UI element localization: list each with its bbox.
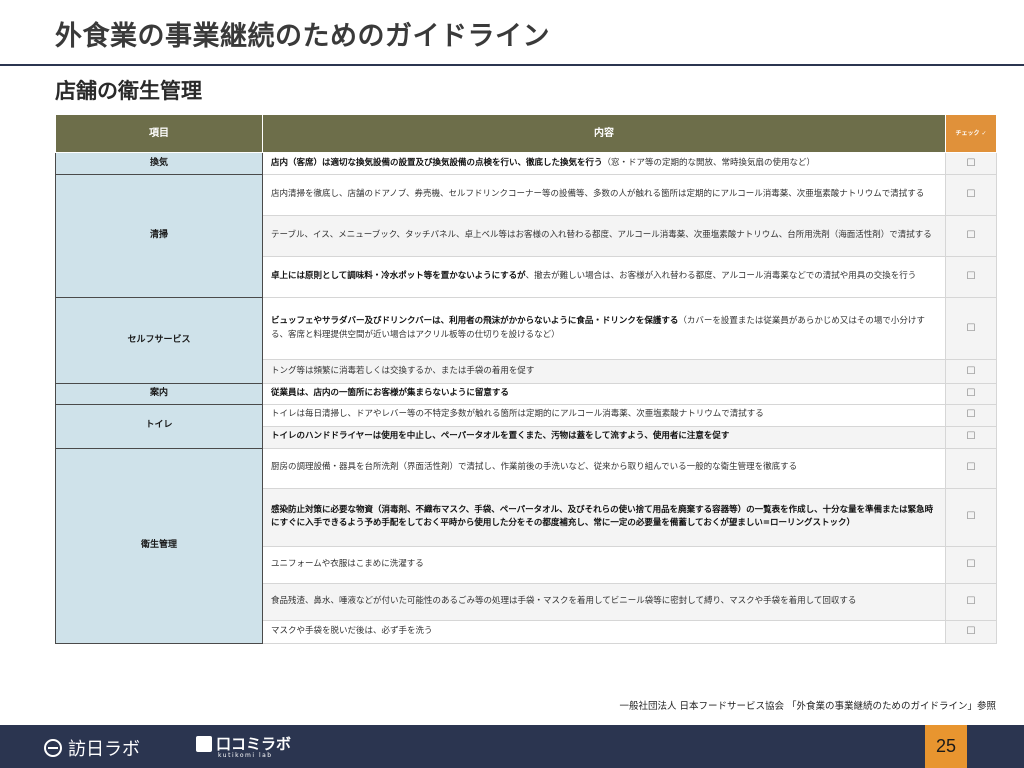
kutikomi-labo-logo-icon [196, 735, 212, 752]
header-content: 内容 [262, 114, 946, 153]
checkbox[interactable]: ☐ [945, 359, 997, 384]
category-cell: トイレ [55, 403, 263, 449]
content-text: 店内清掃を徹底し、店舗のドアノブ、券売機、セルフドリンクコーナー等の設備等、多数… [271, 189, 925, 200]
checkbox[interactable]: ☐ [945, 383, 997, 405]
checkbox[interactable]: ☐ [945, 152, 997, 175]
footer-bar [0, 725, 1024, 768]
header-check: チェック ✓ [945, 114, 997, 153]
content-text: 食品残渣、鼻水、唾液などが付いた可能性のあるごみ等の処理は手袋・マスクを着用して… [271, 595, 857, 606]
category-cell: 衛生管理 [55, 447, 263, 644]
houjin-labo-logo-icon [44, 739, 62, 757]
table-header-row: 項目 内容 チェック ✓ [55, 114, 997, 153]
content-bold-text: 卓上には原則として調味料・冷水ポット等を置かないようにするが [271, 271, 526, 282]
table-row: 清掃 店内清掃を徹底し、店舗のドアノブ、券売機、セルフドリンクコーナー等の設備等、… [55, 174, 997, 298]
kutikomi-labo-logo-text: 口コミラボ [216, 735, 292, 753]
checkbox[interactable]: ☐ [945, 447, 997, 489]
content-cell: トイレのハンドドライヤーは使用を中止し、ペーパータオルを置くまた、汚物は蓋をして… [262, 425, 946, 449]
content-text: マスクや手袋を脱いだ後は、必ず手を洗う [271, 625, 433, 636]
content-text: テーブル、イス、メニューブック、タッチパネル、卓上ベル等はお客様の入れ替わる都度… [271, 230, 932, 241]
checkbox[interactable]: ☐ [945, 174, 997, 216]
checkbox[interactable]: ☐ [945, 545, 997, 584]
content-text: トイレは毎日清掃し、ドアやレバー等の不特定多数が触れる箇所は定期的にアルコール消… [271, 409, 764, 420]
table-row: 案内 従業員は、店内の一箇所にお客様が集まらないように留意する ☐ [55, 383, 997, 405]
checkbox[interactable]: ☐ [945, 256, 997, 298]
content-cell: 店内清掃を徹底し、店舗のドアノブ、券売機、セルフドリンクコーナー等の設備等、多数… [262, 174, 946, 216]
category-cell: 換気 [55, 152, 263, 175]
content-bold-text: トイレのハンドドライヤーは使用を中止し、ペーパータオルを置くまた、汚物は蓋をして… [271, 431, 730, 442]
table-row: 衛生管理 厨房の調理設備・器具を台所洗剤（界面活性剤）で清拭し、作業前後の手洗いな… [55, 447, 997, 644]
content-cell: 厨房の調理設備・器具を台所洗剤（界面活性剤）で清拭し、作業前後の手洗いなど、従来… [262, 447, 946, 489]
content-text: 厨房の調理設備・器具を台所洗剤（界面活性剤）で清拭し、作業前後の手洗いなど、従来… [271, 462, 798, 473]
content-bold-text: 従業員は、店内の一箇所にお客様が集まらないように留意する [271, 388, 509, 399]
source-note: 一般社団法人 日本フードサービス協会 「外食業の事業継続のためのガイドライン」参… [619, 701, 996, 712]
content-cell: マスクや手袋を脱いだ後は、必ず手を洗う [262, 619, 946, 644]
checkbox[interactable]: ☐ [945, 425, 997, 449]
content-text: （窓・ドア等の定期的な開放、常時換気扇の使用など） [602, 157, 816, 168]
checkbox[interactable]: ☐ [945, 619, 997, 644]
houjin-labo-logo-text: 訪日ラボ [68, 739, 140, 760]
guideline-table: 項目 内容 チェック ✓ 換気 店内（客席）は適切な換気設備の設置及び換気設備の点… [55, 114, 997, 644]
content-cell: テーブル、イス、メニューブック、タッチパネル、卓上ベル等はお客様の入れ替わる都度… [262, 215, 946, 257]
title-divider [0, 64, 1024, 66]
checkbox[interactable]: ☐ [945, 582, 997, 621]
content-text: 、撤去が難しい場合は、お客様が入れ替わる都度、アルコール消毒薬などでの清拭や用具… [525, 271, 917, 282]
checkbox[interactable]: ☐ [945, 403, 997, 427]
table-row: 換気 店内（客席）は適切な換気設備の設置及び換気設備の点検を行い、徹底した換気を行… [55, 152, 997, 175]
slide-title: 外食業の事業継続のためのガイドライン [55, 21, 550, 52]
category-cell: 案内 [55, 383, 263, 405]
content-bold-text: 店内（客席）は適切な換気設備の設置及び換気設備の点検を行い、徹底した換気を行う [271, 157, 603, 168]
content-text: トング等は頻繁に消毒若しくは交換するか、または手袋の着用を促す [271, 365, 535, 376]
content-bold-text: ビュッフェやサラダバー及びドリンクバーは、利用者の飛沫がかからないように食品・ド… [271, 316, 679, 327]
page-number: 25 [925, 725, 967, 768]
checkbox[interactable]: ☐ [945, 487, 997, 547]
content-cell: 卓上には原則として調味料・冷水ポット等を置かないようにするが、撤去が難しい場合は… [262, 256, 946, 298]
kutikomi-labo-logo: 口コミラボ kutikomi lab [196, 733, 291, 759]
content-cell: トイレは毎日清掃し、ドアやレバー等の不特定多数が触れる箇所は定期的にアルコール消… [262, 403, 946, 427]
header-item: 項目 [55, 114, 263, 153]
content-cell: トング等は頻繁に消毒若しくは交換するか、または手袋の着用を促す [262, 359, 946, 384]
houjin-labo-logo: 訪日ラボ [44, 735, 140, 761]
content-cell: 食品残渣、鼻水、唾液などが付いた可能性のあるごみ等の処理は手袋・マスクを着用して… [262, 582, 946, 621]
content-cell: ビュッフェやサラダバー及びドリンクバーは、利用者の飛沫がかからないように食品・ド… [262, 297, 946, 360]
category-cell: セルフサービス [55, 297, 263, 384]
content-cell: ユニフォームや衣服はこまめに洗濯する [262, 545, 946, 584]
category-cell: 清掃 [55, 174, 263, 298]
content-bold-text: 感染防止対策に必要な物資（消毒剤、不織布マスク、手袋、ペーパータオル、及びそれら… [271, 504, 934, 528]
section-title: 店舗の衛生管理 [55, 79, 202, 103]
checkbox[interactable]: ☐ [945, 215, 997, 257]
content-cell: 感染防止対策に必要な物資（消毒剤、不織布マスク、手袋、ペーパータオル、及びそれら… [262, 487, 946, 547]
content-cell: 店内（客席）は適切な換気設備の設置及び換気設備の点検を行い、徹底した換気を行う（… [262, 152, 946, 175]
content-text: ユニフォームや衣服はこまめに洗濯する [271, 558, 424, 569]
table-row: セルフサービス ビュッフェやサラダバー及びドリンクバーは、利用者の飛沫がかからない… [55, 297, 997, 384]
table-body: 換気 店内（客席）は適切な換気設備の設置及び換気設備の点検を行い、徹底した換気を行… [55, 152, 997, 644]
content-cell: 従業員は、店内の一箇所にお客様が集まらないように留意する [262, 383, 946, 405]
table-row: トイレ トイレは毎日清掃し、ドアやレバー等の不特定多数が触れる箇所は定期的にアルコ… [55, 403, 997, 449]
checkbox[interactable]: ☐ [945, 297, 997, 360]
